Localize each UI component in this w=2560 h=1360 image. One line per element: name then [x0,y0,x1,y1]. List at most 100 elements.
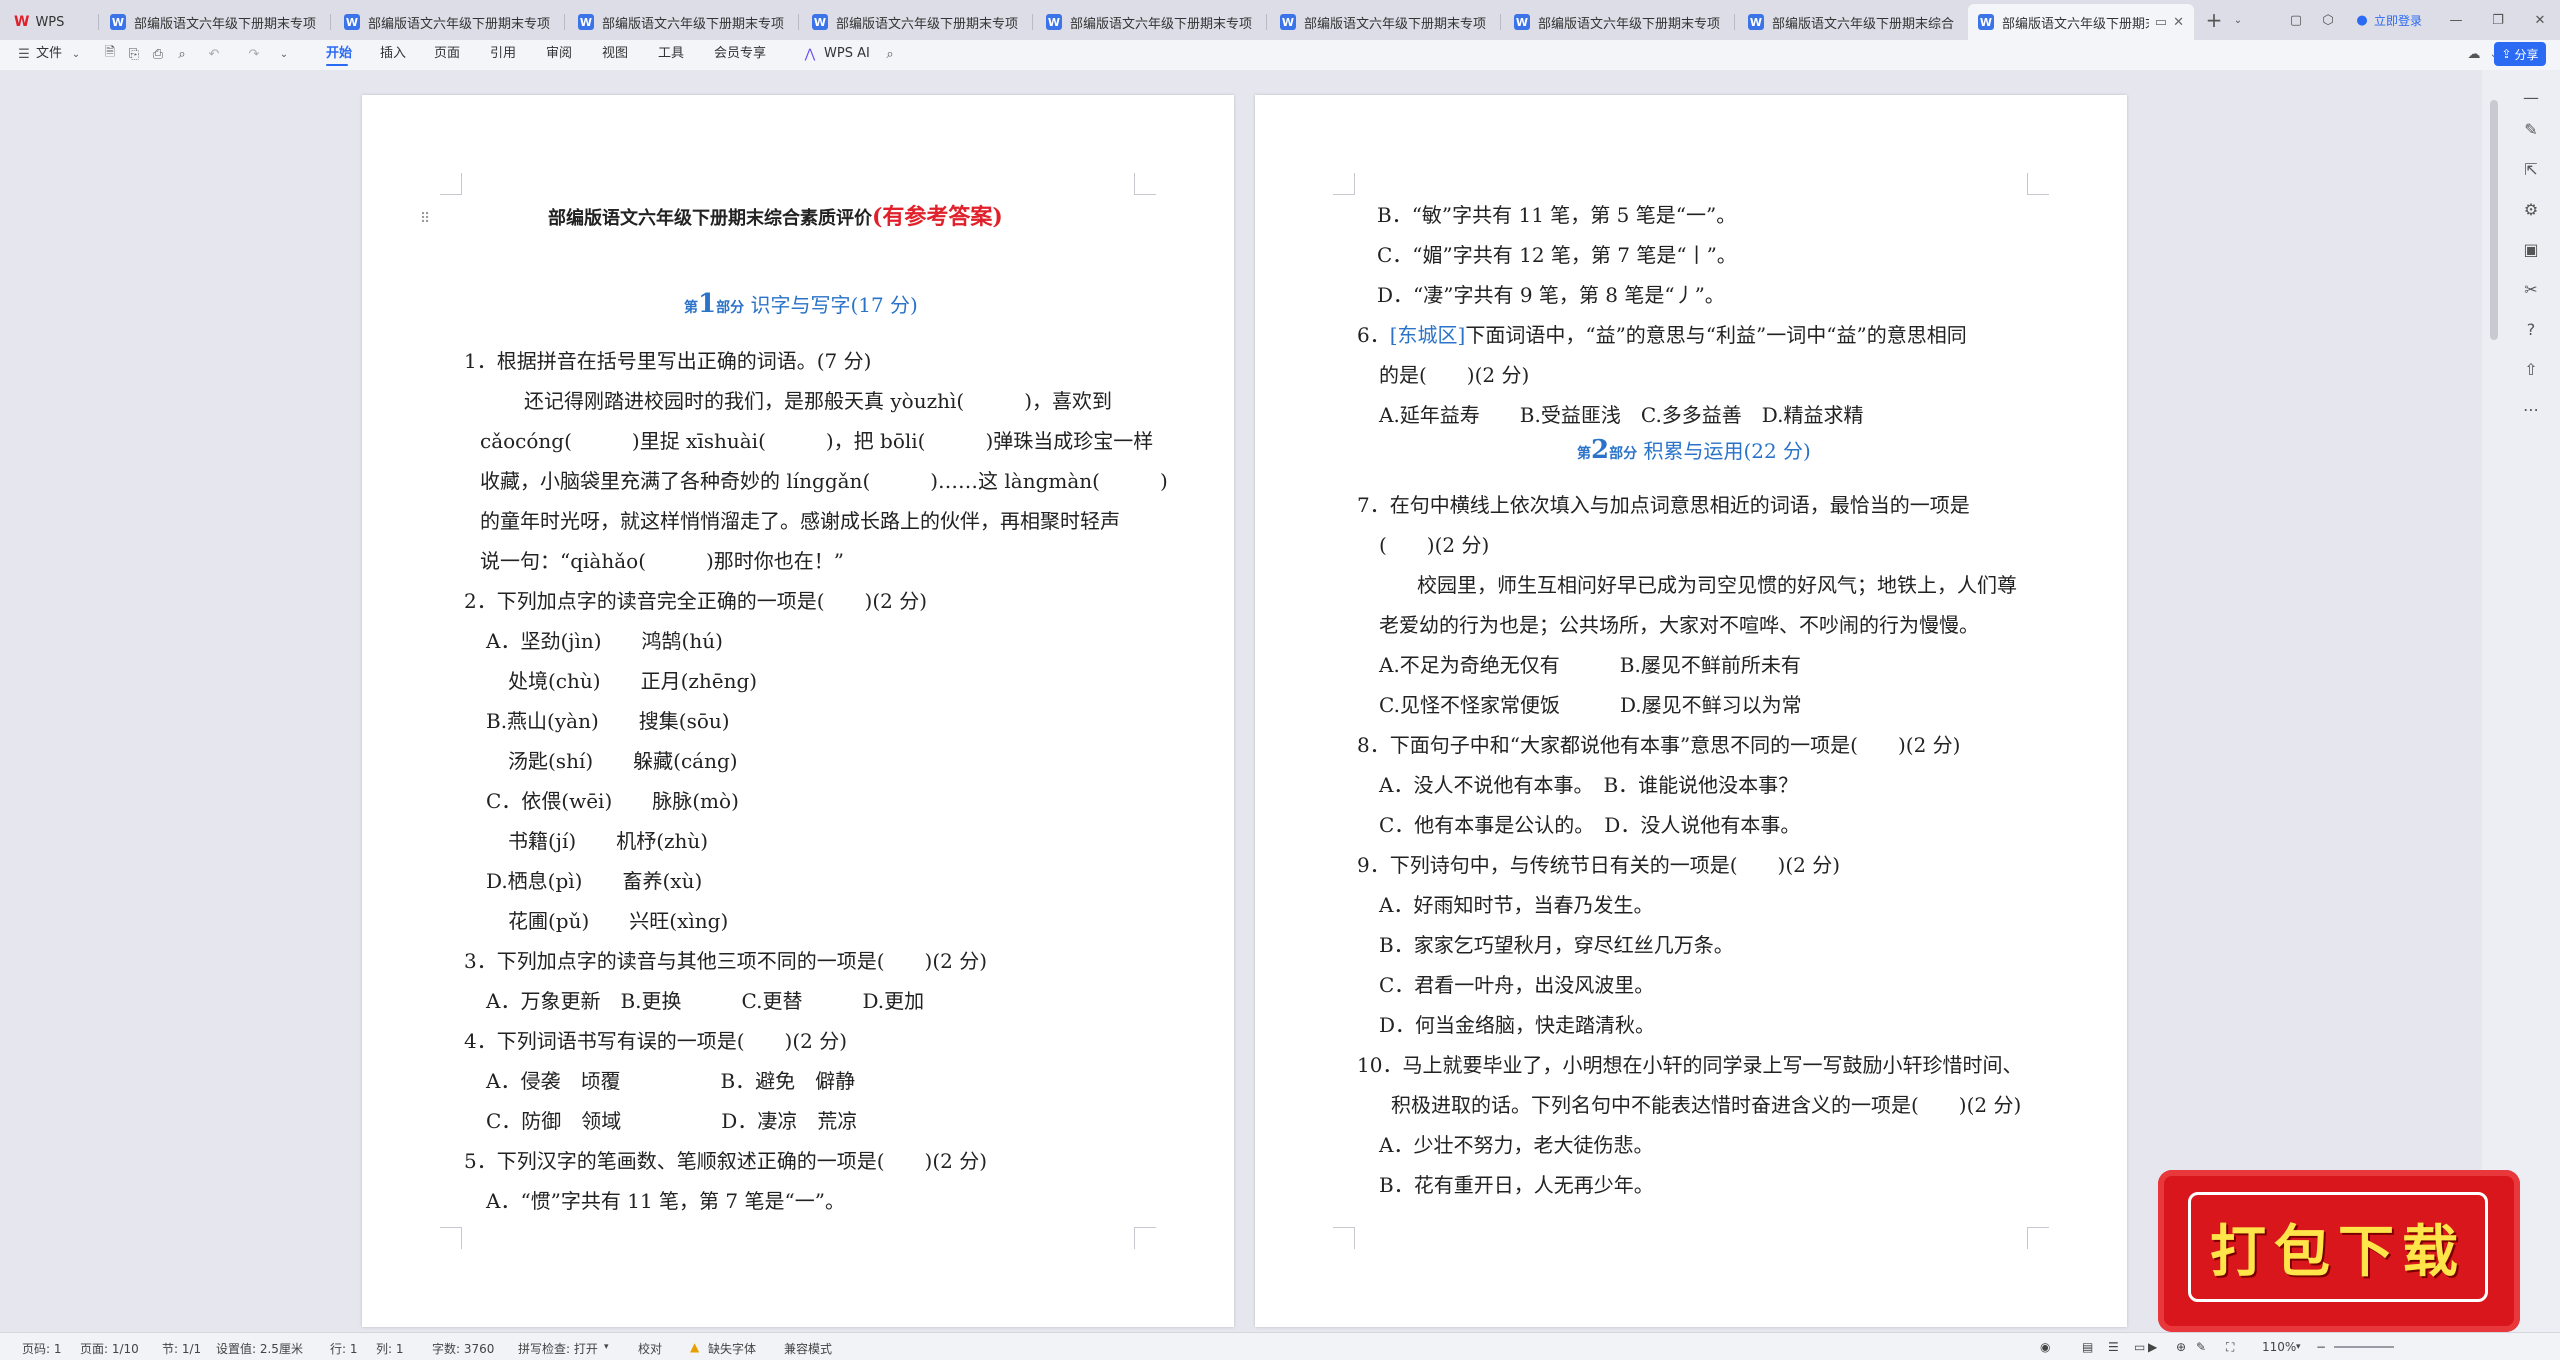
menu-reference[interactable]: 引用 [490,44,516,66]
print-icon[interactable]: ⎙ [148,44,168,64]
tab-label: 部编版语文六年级下册期末专项9 文 [1304,16,1486,32]
eye-protection-icon[interactable]: ◉ [2040,1340,2050,1354]
zoom-slider-track[interactable] [2334,1346,2394,1348]
play-icon[interactable]: ▶ [2148,1340,2157,1354]
menu-review[interactable]: 审阅 [546,44,572,66]
settings-sliders-icon[interactable]: ⚙ [2520,198,2542,220]
question-text: 老爱幼的行为也是；公共场所，大家对不喧哗、不吵闹的行为慢慢。 [1379,613,1979,637]
tab-list-chevron-icon[interactable]: ⌄ [2228,10,2248,30]
zoom-chevron-icon[interactable]: ▾ [2296,1342,2301,1352]
pen-icon[interactable]: ✎ [2196,1340,2206,1354]
image-edit-icon[interactable]: ▣ [2520,238,2542,260]
file-menu[interactable]: 文件 [36,44,62,66]
menu-page[interactable]: 页面 [434,44,460,66]
option-line: 花圃(pǔ) 兴旺(xìng) [508,909,729,933]
menu-tools[interactable]: 工具 [658,44,684,66]
spell-chevron-icon[interactable]: ▾ [604,1342,609,1352]
status-spell-check[interactable]: 拼写检查: 打开 [518,1340,598,1357]
status-row[interactable]: 行: 1 [330,1340,358,1357]
tab-document[interactable]: W 部编版语文六年级下册期末专项9 文 [1270,4,1496,40]
export-icon[interactable]: ⎘ [124,44,144,64]
login-link[interactable]: 立即登录 [2374,10,2422,30]
new-tab-icon[interactable]: + [2204,8,2224,32]
option-line: B．花有重开日，人无再少年。 [1379,1173,1654,1197]
status-proofread[interactable]: 校对 [638,1340,662,1357]
tab-label: 部编版语文六年级下册期末专项7 课 [836,16,1018,32]
menu-view[interactable]: 视图 [602,44,628,66]
tab-document[interactable]: W 部编版语文六年级下册期末专项5 积 [334,4,560,40]
more-options-icon[interactable]: ⋯ [2520,398,2542,420]
cloud-sync-icon[interactable]: ☁ [2464,44,2484,64]
tab-document[interactable]: W 部编版语文六年级下册期末专项7 课 [802,4,1028,40]
select-cursor-icon[interactable]: ⇱ [2520,158,2542,180]
wps-ai-button[interactable]: WPS AI [824,44,870,66]
cloud-upload-icon[interactable]: ⇧ [2520,358,2542,380]
tab-document[interactable]: W 部编版语文六年级下册期末综合素质 [1738,4,1964,40]
wps-logo-icon: W [14,14,30,30]
question-text: 校园里，师生互相问好早已成为司空见惯的好风气；地铁上，人们尊 [1417,573,2017,597]
tab-close-icon[interactable]: ✕ [2173,15,2184,30]
share-button[interactable]: ⇪ 分享 [2494,42,2546,66]
undo-icon[interactable]: ↶ [204,44,224,64]
save-icon[interactable]: 🗎 [100,44,120,64]
tab-document[interactable]: W 部编版语文六年级下册期末专项10 [1504,4,1730,40]
option-line: A．“惯”字共有 11 笔，第 7 笔是“一”。 [486,1189,845,1213]
file-chevron-icon[interactable]: ⌄ [66,44,86,64]
tools-icon[interactable]: ✂ [2520,278,2542,300]
print-preview-icon[interactable]: ⌕ [172,44,192,64]
tab-monitor-icon[interactable]: ▭ [2155,15,2167,30]
question-text: 的童年时光呀，就这样悄悄溜走了。感谢成长路上的伙伴，再相聚时轻声 [480,509,1120,533]
section-2-heading: 第2部分 积累与运用(22 分) [1577,435,1811,465]
zoom-level[interactable]: 110% [2262,1340,2296,1354]
page-view-icon[interactable]: ▤ [2082,1340,2093,1354]
section-number: 2 [1591,435,1610,465]
maximize-icon[interactable]: ❐ [2488,10,2508,30]
tab-document[interactable]: W 部编版语文六年级下册期末专项8 新 [1036,4,1262,40]
option-line: 处境(chù) 正月(zhēng) [508,669,758,693]
user-avatar-icon[interactable]: ● [2352,10,2372,30]
question-text: 下面词语中，“益”的意思与“利益”一词中“益”的意思相同 [1465,323,1967,347]
cube-icon[interactable]: ⬡ [2318,10,2338,30]
fit-page-icon[interactable]: ⛶ [2226,1340,2234,1355]
status-pages[interactable]: 页面: 1/10 [80,1340,139,1357]
menu-membership[interactable]: 会员专享 [714,44,766,66]
outline-view-icon[interactable]: ☰ [2108,1340,2119,1354]
collapse-panel-icon[interactable]: — [2520,86,2542,108]
wps-ai-icon[interactable]: ⋀ [800,44,820,64]
hamburger-menu-icon[interactable]: ☰ [14,44,34,64]
search-icon[interactable]: ⌕ [880,44,900,64]
document-page-1[interactable]: ⠿ 部编版语文六年级下册期末综合素质评价(有参考答案) 第1部分 识字与写字(1… [362,95,1234,1327]
question-3: 3．下列加点字的读音与其他三项不同的一项是( )(2 分) [464,949,988,973]
globe-icon[interactable]: ⊕ [2176,1340,2186,1354]
window-layout-icon[interactable]: ▢ [2286,10,2306,30]
banner-text: 打包下载 [2210,1218,2466,1285]
tab-wps-home[interactable]: W WPS [4,4,94,40]
redo-icon[interactable]: ↷ [244,44,264,64]
vertical-scrollbar[interactable] [2490,100,2498,340]
quick-access-chevron-icon[interactable]: ⌄ [274,44,294,64]
status-page-code[interactable]: 页码: 1 [22,1340,62,1357]
close-window-icon[interactable]: ✕ [2530,10,2550,30]
option-line: B.燕山(yàn) 搜集(sōu) [486,709,730,733]
menu-insert[interactable]: 插入 [380,44,406,66]
status-section[interactable]: 节: 1/1 [162,1340,201,1357]
web-layout-icon[interactable]: ▭ [2134,1340,2145,1354]
status-column[interactable]: 列: 1 [376,1340,404,1357]
menu-home[interactable]: 开始 [326,44,352,66]
help-icon[interactable]: ? [2520,318,2542,340]
status-missing-font[interactable]: 缺失字体 [708,1340,756,1357]
word-doc-icon: W [1280,14,1296,30]
pen-edit-icon[interactable]: ✎ [2520,118,2542,140]
document-page-2[interactable]: B．“敏”字共有 11 笔，第 5 笔是“一”。 C．“媚”字共有 12 笔，第… [1255,95,2127,1327]
tab-document[interactable]: W 部编版语文六年级下册期末专项6 句 [568,4,794,40]
share-label: 分享 [2514,47,2539,62]
zoom-out-icon[interactable]: − [2316,1340,2326,1354]
option-line: C．防御 领域 D．凄凉 荒凉 [486,1109,858,1133]
minimize-icon[interactable]: — [2446,10,2466,30]
tab-document[interactable]: W 部编版语文六年级下册期末专项4 字 [100,4,326,40]
section-1-heading: 第1部分 识字与写字(17 分) [684,289,918,319]
tab-document-active[interactable]: W 部编版语文六年级下册期末 ▭ ✕ [1968,4,2194,40]
status-word-count[interactable]: 字数: 3760 [432,1340,494,1357]
download-package-banner[interactable]: 打包下载 [2158,1170,2520,1332]
status-setting[interactable]: 设置值: 2.5厘米 [216,1340,303,1357]
